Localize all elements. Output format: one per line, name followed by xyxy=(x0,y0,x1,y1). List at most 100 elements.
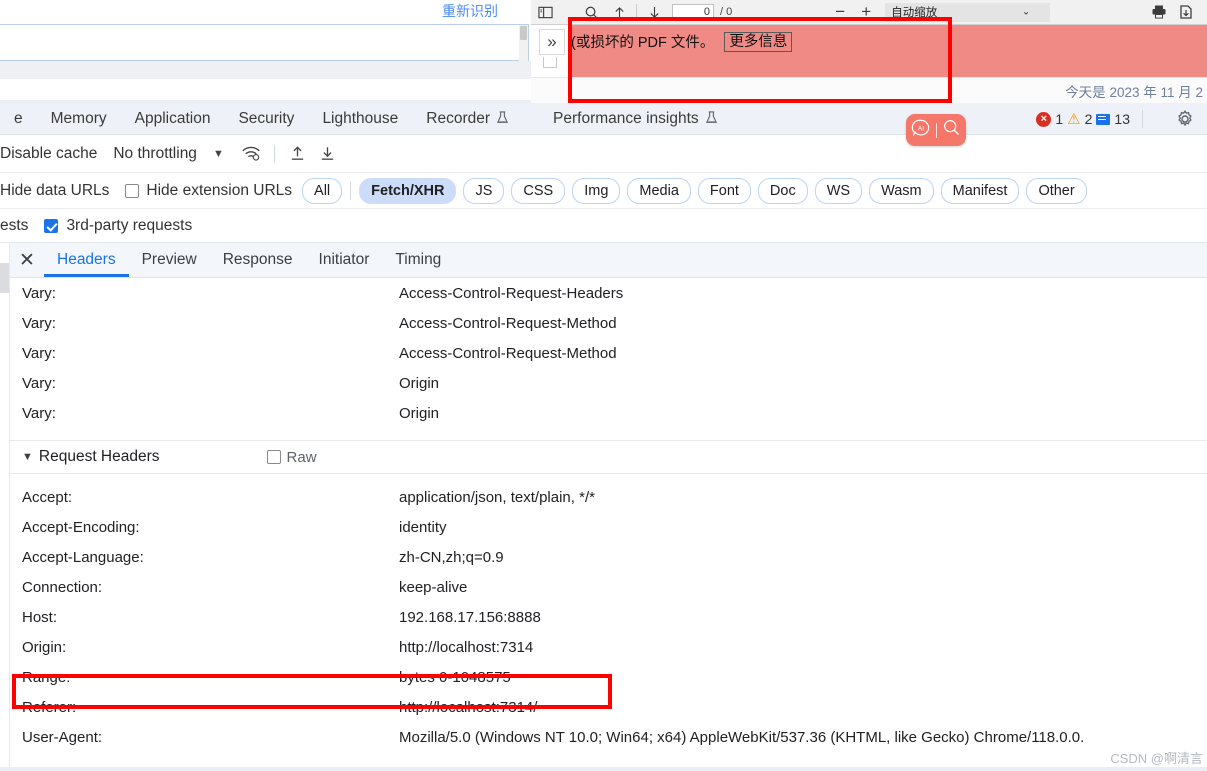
header-value: bytes 0-1048575 xyxy=(399,668,511,686)
tab-label: Performance insights xyxy=(553,109,699,127)
third-party-requests-label[interactable]: 3rd-party requests xyxy=(66,217,192,235)
chevron-down-icon: ⌄ xyxy=(1021,6,1031,18)
tab-preview[interactable]: Preview xyxy=(129,243,210,277)
filter-chip-js[interactable]: JS xyxy=(463,177,505,204)
filter-chip-wasm[interactable]: Wasm xyxy=(869,177,934,204)
table-row[interactable]: Origin: http://localhost:7314 xyxy=(10,632,1207,662)
filter-chip-css[interactable]: CSS xyxy=(511,177,566,204)
chevron-down-icon[interactable]: ▼ xyxy=(213,148,224,160)
table-row[interactable]: Accept: application/json, text/plain, */… xyxy=(10,482,1207,512)
table-row[interactable]: Vary: Access-Control-Request-Headers xyxy=(10,278,1207,308)
arrow-down-icon[interactable] xyxy=(640,0,668,25)
arrow-up-icon[interactable] xyxy=(605,0,633,25)
request-headers-section-header[interactable]: ▼ Request Headers Raw xyxy=(10,440,1207,474)
table-row[interactable]: Vary: Origin xyxy=(10,368,1207,398)
header-key: Referer: xyxy=(22,698,77,716)
table-row[interactable]: Vary: Access-Control-Request-Method xyxy=(10,338,1207,368)
filter-chip-img[interactable]: Img xyxy=(572,177,621,204)
tab-memory[interactable]: Memory xyxy=(37,103,121,135)
printer-icon[interactable] xyxy=(1145,0,1173,25)
more-info-button[interactable]: 更多信息 xyxy=(724,32,793,52)
tab-application[interactable]: Application xyxy=(121,103,225,135)
sidebar-toggle-icon[interactable] xyxy=(531,0,559,25)
tab-performance-insights[interactable]: Performance insights xyxy=(523,103,732,135)
ai-chat-icon: AI xyxy=(911,118,931,143)
page-number-input[interactable]: 0 xyxy=(672,3,714,21)
chevron-down-icon[interactable]: ▼ xyxy=(10,451,39,463)
resource-type-filters: All Fetch/XHR JS CSS Img Media Font Doc … xyxy=(302,177,1094,204)
search-icon xyxy=(942,118,961,142)
hide-extension-urls-checkbox[interactable] xyxy=(125,183,140,198)
filter-chip-media[interactable]: Media xyxy=(627,177,691,204)
ocr-scrollbar[interactable] xyxy=(519,25,528,62)
tab-initiator[interactable]: Initiator xyxy=(306,243,383,277)
detail-subtabs: ✕ Headers Preview Response Initiator Tim… xyxy=(10,243,1207,278)
issue-counters[interactable]: × 1 ⚠ 2 13 xyxy=(1036,103,1151,135)
third-party-requests-checkbox[interactable] xyxy=(44,218,59,233)
tab-response[interactable]: Response xyxy=(210,243,306,277)
download-har-icon[interactable] xyxy=(313,141,343,167)
tab-timing[interactable]: Timing xyxy=(382,243,454,277)
scrollbar-thumb[interactable] xyxy=(0,263,9,293)
tab-e[interactable]: e xyxy=(0,103,37,135)
search-icon[interactable] xyxy=(577,0,605,25)
filter-chip-font[interactable]: Font xyxy=(697,177,751,204)
filter-chip-doc[interactable]: Doc xyxy=(757,177,808,204)
filter-chip-ws[interactable]: WS xyxy=(814,177,863,204)
filter-chip-manifest[interactable]: Manifest xyxy=(940,177,1020,204)
disable-cache-label[interactable]: Disable cache xyxy=(0,145,97,163)
filter-chip-all[interactable]: All xyxy=(302,177,343,204)
chevron-double-right-icon[interactable]: » xyxy=(539,29,565,55)
header-value: http://localhost:7314 xyxy=(399,638,534,656)
header-key: Accept: xyxy=(22,488,73,506)
flask-icon xyxy=(705,110,718,128)
table-row[interactable]: Connection: keep-alive xyxy=(10,572,1207,602)
error-icon: × xyxy=(1036,111,1052,127)
ai-search-button[interactable]: AI xyxy=(906,114,966,146)
hide-data-urls-label[interactable]: Hide data URLs xyxy=(0,182,109,200)
tab-security[interactable]: Security xyxy=(224,103,308,135)
request-list-scrollbar[interactable] xyxy=(0,243,10,771)
table-row[interactable]: Vary: Origin xyxy=(10,398,1207,428)
zoom-out-button[interactable]: − xyxy=(827,0,853,25)
blocked-requests-label[interactable]: ests xyxy=(0,217,28,235)
page-white-band xyxy=(0,79,531,100)
header-value: Mozilla/5.0 (Windows NT 10.0; Win64; x64… xyxy=(399,728,1085,746)
ocr-text-box[interactable] xyxy=(0,24,529,62)
header-key: Origin: xyxy=(22,638,67,656)
upload-har-icon[interactable] xyxy=(283,141,313,167)
header-key: Vary: xyxy=(22,374,56,392)
table-row[interactable]: Host: 192.168.17.156:8888 xyxy=(10,602,1207,632)
table-row[interactable]: Referer: http://localhost:7314/ xyxy=(10,692,1207,722)
relabel-link[interactable]: 重新识别 xyxy=(442,2,498,20)
error-count: 1 xyxy=(1055,111,1064,127)
headers-rows: Vary: Access-Control-Request-Headers Var… xyxy=(10,278,1207,771)
raw-label[interactable]: Raw xyxy=(287,449,317,466)
filter-chip-other[interactable]: Other xyxy=(1026,177,1087,204)
table-row[interactable]: Accept-Encoding: identity xyxy=(10,512,1207,542)
tab-recorder[interactable]: Recorder xyxy=(412,103,523,135)
header-key: Vary: xyxy=(22,344,56,362)
tab-label: Lighthouse xyxy=(322,109,399,127)
raw-checkbox[interactable] xyxy=(266,450,281,464)
gear-icon[interactable] xyxy=(1173,107,1197,131)
throttling-select[interactable]: No throttling xyxy=(113,145,197,163)
header-key: Vary: xyxy=(22,284,56,302)
tab-headers[interactable]: Headers xyxy=(44,243,129,277)
close-icon[interactable]: ✕ xyxy=(10,243,44,277)
tab-lighthouse[interactable]: Lighthouse xyxy=(308,103,412,135)
network-toolbar-row-1: Disable cache No throttling ▼ xyxy=(0,135,1207,173)
zoom-level-value: 自动缩放 xyxy=(891,7,938,19)
table-row[interactable]: User-Agent: Mozilla/5.0 (Windows NT 10.0… xyxy=(10,722,1207,752)
header-value: Access-Control-Request-Method xyxy=(399,344,617,362)
zoom-in-button[interactable]: + xyxy=(853,0,879,25)
filter-chip-fetch-xhr[interactable]: Fetch/XHR xyxy=(359,177,457,204)
table-row-range[interactable]: Range: bytes 0-1048575 xyxy=(10,662,1207,692)
table-row[interactable]: Vary: Access-Control-Request-Method xyxy=(10,308,1207,338)
hide-extension-urls-label[interactable]: Hide extension URLs xyxy=(146,182,292,200)
header-value: Access-Control-Request-Method xyxy=(399,314,617,332)
zoom-level-select[interactable]: 自动缩放 ⌄ xyxy=(885,2,1051,22)
network-conditions-icon[interactable] xyxy=(236,141,266,167)
save-icon[interactable] xyxy=(1173,0,1201,25)
table-row[interactable]: Accept-Language: zh-CN,zh;q=0.9 xyxy=(10,542,1207,572)
